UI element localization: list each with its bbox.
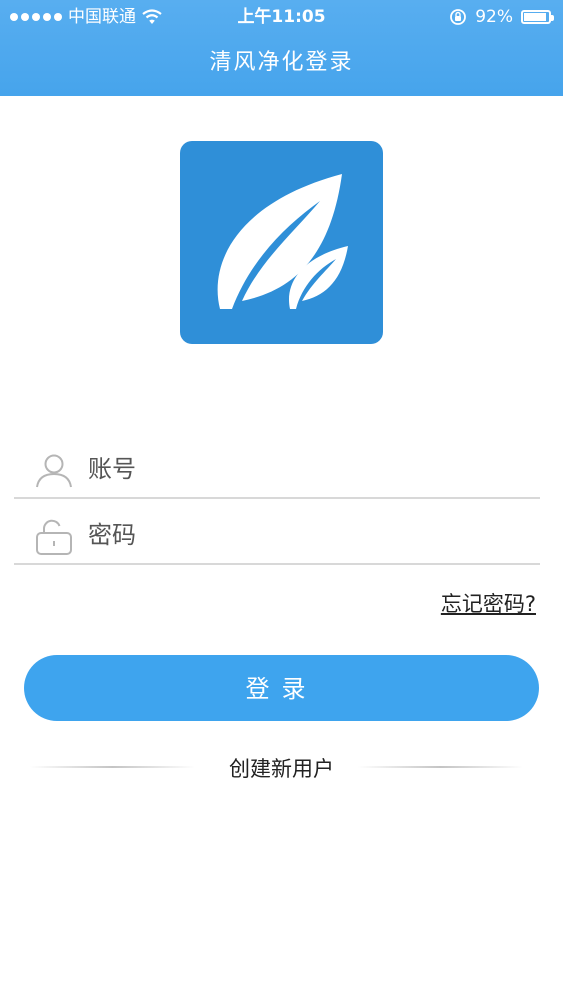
login-button[interactable]: 登录 — [24, 655, 539, 721]
battery-fill — [524, 13, 547, 21]
status-bar: 中国联通 上午11:05 92% — [0, 0, 563, 34]
password-field[interactable] — [14, 503, 540, 565]
lock-icon — [36, 519, 72, 555]
battery-icon — [521, 10, 554, 24]
create-account-link[interactable]: 创建新用户 — [0, 753, 563, 783]
account-field[interactable] — [14, 437, 540, 499]
top-bar: 中国联通 上午11:05 92% 清风净化登录 — [0, 0, 563, 96]
leaf-logo-icon — [180, 141, 383, 344]
account-input[interactable] — [86, 445, 530, 493]
divider-right — [358, 766, 523, 768]
password-input[interactable] — [86, 511, 530, 559]
orientation-lock-icon — [450, 9, 467, 25]
status-right: 92% — [449, 0, 554, 34]
page-title: 清风净化登录 — [209, 50, 354, 75]
user-icon — [36, 454, 72, 488]
forgot-password-link[interactable]: 忘记密码? — [441, 588, 536, 618]
battery-percent: 92% — [475, 7, 513, 27]
leaf-logo-graphic — [217, 174, 348, 309]
